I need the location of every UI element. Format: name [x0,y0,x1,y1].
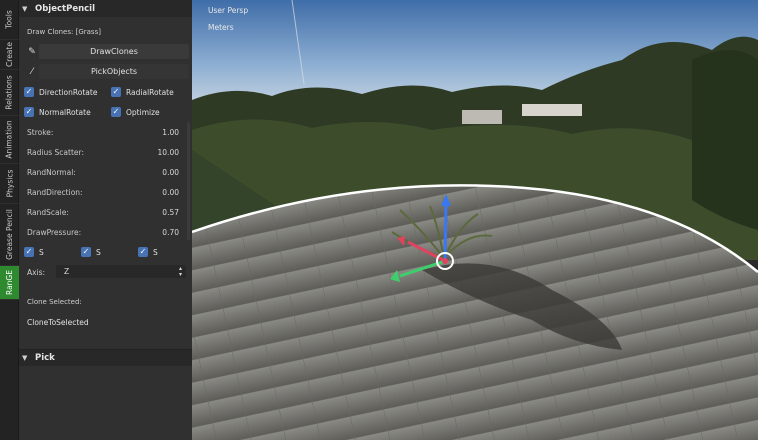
s-toggle-label: S [153,247,158,257]
draw-pressure-field[interactable]: DrawPressure: 0.70 [27,225,181,239]
checkbox-icon: ✓ [111,107,121,117]
right-trees [692,50,758,230]
ground-plane [192,185,758,440]
optimize-label: Optimize [126,107,160,117]
tab-grease-pencil[interactable]: Grease Pencil [0,204,19,266]
units-label: Meters [208,23,234,32]
clone-to-selected-label: CloneToSelected [27,317,89,327]
field-value: 0.00 [162,187,179,197]
normal-rotate-checkbox[interactable]: ✓ NormalRotate [24,107,91,117]
objectpencil-panel-header[interactable]: ▼ ObjectPencil [19,0,192,17]
panel-scrollbar[interactable] [187,122,190,240]
house [462,110,502,124]
draw-clones-button[interactable]: DrawClones [39,44,189,59]
tab-relations[interactable]: Relations [0,70,19,116]
draw-clones-info: Draw Clones: [Grass] [27,28,101,36]
brush-icon: ✎ [28,47,36,57]
field-label: DrawPressure: [27,227,82,237]
axis-label: Axis: [27,267,46,277]
tab-animation[interactable]: Animation [0,116,19,164]
s-toggle-3[interactable]: ✓ S [138,247,158,257]
optimize-checkbox[interactable]: ✓ Optimize [111,107,160,117]
radius-scatter-field[interactable]: Radius Scatter: 10.00 [27,145,181,159]
tab-physics-label: Physics [5,169,14,198]
axis-value: Z [64,267,70,276]
radial-rotate-checkbox[interactable]: ✓ RadialRotate [111,87,174,97]
vertical-tab-strip: Tools Create Relations Animation Physics… [0,0,19,440]
tab-physics[interactable]: Physics [0,164,19,204]
clone-to-selected-button[interactable]: CloneToSelected [19,315,192,329]
collapse-chevron-icon: ▼ [22,4,28,13]
viewport-scene [192,0,758,440]
tab-range-label: RanGE [5,270,15,295]
house [522,104,582,116]
direction-rotate-label: DirectionRotate [39,87,98,97]
field-value: 1.00 [162,127,179,137]
normal-rotate-label: NormalRotate [39,107,91,117]
tool-panel: ▼ ObjectPencil Draw Clones: [Grass] ✎ Dr… [19,0,192,440]
field-value: 10.00 [157,147,179,157]
checkbox-icon: ✓ [138,247,148,257]
tab-tools-label: Tools [4,10,14,29]
pick-panel-title: Pick [35,353,55,363]
pick-objects-button[interactable]: PickObjects [39,64,189,79]
checkbox-icon: ✓ [111,87,121,97]
clone-selected-label: Clone Selected: [27,298,82,306]
rand-direction-field[interactable]: RandDirection: 0.00 [27,185,181,199]
view-name-label: User Persp [208,6,249,15]
field-label: RandDirection: [27,187,83,197]
axis-select[interactable]: Z ▴ ▾ [56,265,186,278]
rand-normal-field[interactable]: RandNormal: 0.00 [27,165,181,179]
field-label: Stroke: [27,127,54,137]
tab-range[interactable]: RanGE [0,266,19,300]
direction-rotate-checkbox[interactable]: ✓ DirectionRotate [24,87,97,97]
s-toggle-label: S [39,247,44,257]
radial-rotate-label: RadialRotate [126,87,174,97]
s-toggle-label: S [96,247,101,257]
checkbox-icon: ✓ [24,107,34,117]
select-arrows-icon: ▴ ▾ [178,264,182,278]
stroke-field[interactable]: Stroke: 1.00 [27,125,181,139]
field-value: 0.57 [162,207,179,217]
collapse-chevron-icon: ▼ [22,354,28,362]
tab-grease-pencil-label: Grease Pencil [5,209,15,260]
field-label: RandScale: [27,207,69,217]
checkbox-icon: ✓ [24,87,34,97]
tab-animation-label: Animation [5,120,14,159]
pick-panel-header[interactable]: ▼ Pick [19,349,192,366]
draw-clones-label: DrawClones [90,47,138,56]
tab-tools[interactable]: Tools [0,0,19,40]
field-value: 0.70 [162,227,179,237]
field-label: RandNormal: [27,167,76,177]
tab-relations-label: Relations [5,75,15,110]
panel-title: ObjectPencil [35,3,96,14]
checkbox-icon: ✓ [81,247,91,257]
pick-objects-label: PickObjects [90,67,138,76]
3d-viewport[interactable]: User Persp Meters [192,0,758,440]
checkbox-icon: ✓ [24,247,34,257]
rand-scale-field[interactable]: RandScale: 0.57 [27,205,181,219]
s-toggle-2[interactable]: ✓ S [81,247,101,257]
tab-create-label: Create [5,42,15,67]
eyedropper-icon: ⁄ [31,67,33,77]
s-toggle-1[interactable]: ✓ S [24,247,44,257]
tab-create[interactable]: Create [0,40,19,70]
field-value: 0.00 [162,167,179,177]
field-label: Radius Scatter: [27,147,84,157]
